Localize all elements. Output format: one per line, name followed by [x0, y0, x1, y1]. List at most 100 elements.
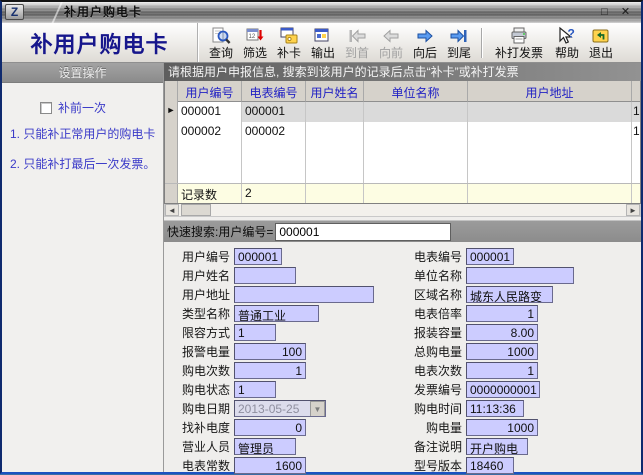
purchase-status-field[interactable]: 1 [234, 381, 276, 398]
reissue-card-button[interactable]: 补卡 [272, 24, 306, 62]
purchase-date-label: 购电日期 [174, 400, 234, 417]
table-row[interactable]: ►0000010000011 [165, 102, 640, 122]
column-header-5: 用户地址 [468, 81, 632, 102]
type-name-label: 类型名称 [174, 305, 234, 322]
user-address-field[interactable] [234, 286, 374, 303]
filter-button[interactable]: 12 筛选 [238, 24, 272, 62]
scroll-left-icon[interactable]: ◄ [165, 204, 179, 216]
footer-cell [306, 184, 364, 203]
last-icon [449, 26, 469, 46]
total-energy-row: 总购电量1000 [406, 342, 641, 361]
main-panel: 请根据用户申报信息, 搜索到该用户的记录后点击“补卡”或补打发票 用户编号电表编… [164, 63, 641, 472]
toolbar-button-label: 补打发票 [495, 46, 543, 60]
table-cell [468, 102, 632, 122]
user-id-field[interactable]: 000001 [234, 248, 282, 265]
title-bar: Z 补用户购电卡 □ ✕ [2, 2, 641, 23]
user-name-field[interactable] [234, 267, 296, 284]
window-controls: □ ✕ [593, 2, 637, 23]
row-selector-header [165, 81, 178, 102]
meter-count-label: 电表次数 [406, 362, 466, 379]
user-name-label: 用户姓名 [174, 267, 234, 284]
svg-text:12: 12 [249, 34, 256, 40]
meter-id-field[interactable]: 000001 [466, 248, 514, 265]
record-pointer [165, 122, 178, 142]
maximize-icon[interactable]: □ [597, 5, 612, 20]
user-records-grid: 用户编号电表编号用户姓名单位名称用户地址 ►000001000001100000… [164, 81, 641, 204]
empty-cell [632, 142, 640, 183]
export-button[interactable]: 输出 [306, 24, 340, 62]
meter-constant-field[interactable]: 1600 [234, 457, 306, 474]
svg-text:?: ? [568, 26, 575, 40]
help-button[interactable]: ? 帮助 [550, 24, 584, 62]
meter-ratio-label: 电表倍率 [406, 305, 466, 322]
purchase-time-row: 购电时间11:13:36 [406, 399, 641, 418]
alarm-energy-label: 报警电量 [174, 343, 234, 360]
grid-hscrollbar: ◄ ► [164, 204, 641, 217]
window-title: 补用户购电卡 [64, 2, 142, 23]
model-version-row: 型号版本18460 [406, 456, 641, 475]
empty-cell [364, 142, 468, 183]
toolbar-button-label: 筛选 [243, 46, 267, 60]
meter-constant-label: 电表常数 [174, 457, 234, 474]
org-name-field[interactable] [466, 267, 574, 284]
region-name-field[interactable]: 城东人民路变 [466, 286, 553, 303]
meter-constant-row: 电表常数1600 [174, 456, 406, 475]
installed-capacity-field[interactable]: 8.00 [466, 324, 538, 341]
total-energy-field[interactable]: 1000 [466, 343, 538, 360]
empty-cell [468, 142, 632, 183]
meter-count-field[interactable]: 1 [466, 362, 538, 379]
scroll-track[interactable] [211, 204, 626, 216]
meter-id-label: 电表编号 [406, 248, 466, 265]
footer-cell [468, 184, 632, 203]
invoice-no-field[interactable]: 0000000001 [466, 381, 540, 398]
row-selector-filler [165, 142, 178, 183]
scroll-right-icon[interactable]: ► [626, 204, 640, 216]
purchase-status-row: 购电状态1 [174, 380, 406, 399]
purchase-energy-label: 购电量 [406, 419, 466, 436]
remark-field[interactable]: 开户购电 [466, 438, 528, 455]
table-row[interactable]: 0000020000021 [165, 122, 640, 142]
purchase-energy-row: 购电量1000 [406, 418, 641, 437]
toolbar-button-label: 输出 [311, 46, 335, 60]
user-id-row: 用户编号000001 [174, 247, 406, 266]
alarm-energy-field[interactable]: 100 [234, 343, 306, 360]
filter-icon: 12 [245, 26, 265, 46]
toolbar: 补用户购电卡 查询12筛选补卡输出到首向前向后到尾补打发票?帮助退出 [2, 23, 641, 63]
table-cell [364, 122, 468, 142]
footer-cell [632, 184, 640, 203]
operator-field[interactable]: 管理员 [234, 438, 296, 455]
meter-id-row: 电表编号000001 [406, 247, 641, 266]
record-pointer: ► [165, 102, 178, 122]
content: 设置操作 补前一次 1. 只能补正常用户的购电卡 2. 只能补打最后一次发票。 … [2, 63, 641, 472]
next-button[interactable]: 向后 [408, 24, 442, 62]
remark-row: 备注说明开户购电 [406, 437, 641, 456]
last-button[interactable]: 到尾 [442, 24, 476, 62]
adjust-energy-label: 找补电度 [174, 419, 234, 436]
purchase-time-field[interactable]: 11:13:36 [466, 400, 524, 417]
user-address-row: 用户地址 [174, 285, 406, 304]
model-version-label: 型号版本 [406, 457, 466, 474]
adjust-energy-field[interactable]: 0 [234, 419, 306, 436]
meter-ratio-field[interactable]: 1 [466, 305, 538, 322]
toolbar-button-label: 向后 [413, 46, 437, 60]
installed-capacity-row: 报装容量8.00 [406, 323, 641, 342]
reissue-previous-checkbox[interactable] [40, 102, 52, 114]
purchase-count-field[interactable]: 1 [234, 362, 306, 379]
clipped-cell: 1 [632, 102, 640, 122]
model-version-field[interactable]: 18460 [466, 457, 514, 474]
toolbar-button-label: 退出 [589, 46, 613, 60]
scroll-thumb[interactable] [181, 204, 211, 216]
limit-mode-field[interactable]: 1 [234, 324, 276, 341]
type-name-field[interactable]: 普通工业 [234, 305, 319, 322]
close-icon[interactable]: ✕ [618, 5, 633, 20]
app-logo-icon[interactable]: Z [5, 4, 24, 20]
org-name-row: 单位名称 [406, 266, 641, 285]
quick-search-input[interactable] [275, 223, 451, 241]
exit-button[interactable]: 退出 [584, 24, 618, 62]
query-button[interactable]: 查询 [204, 24, 238, 62]
purchase-energy-field[interactable]: 1000 [466, 419, 538, 436]
remark-label: 备注说明 [406, 438, 466, 455]
toolbar-button-label: 帮助 [555, 46, 579, 60]
checkbox-label: 补前一次 [58, 99, 106, 116]
reprint-invoice-button[interactable]: 补打发票 [488, 24, 550, 62]
